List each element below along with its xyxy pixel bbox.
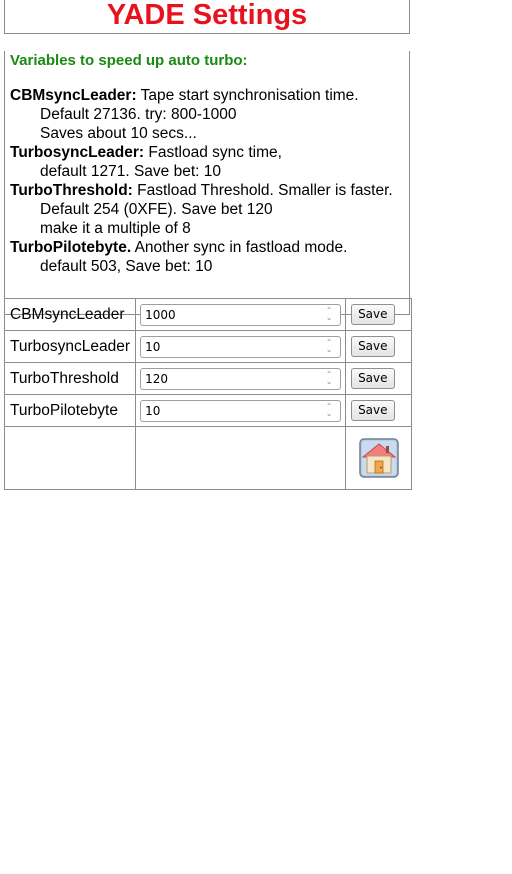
turbothreshold-input[interactable]: 120 ⌃ ⌄ xyxy=(140,367,342,390)
desc-turbosyncleader: TurbosyncLeader: Fastload sync time, xyxy=(10,143,404,162)
empty-cell xyxy=(3,426,137,490)
table-row: TurbosyncLeader 10 ⌃ ⌄ Save xyxy=(3,330,412,363)
param-label: TurboPilotebyte xyxy=(3,394,137,427)
spinner-arrows-icon[interactable]: ⌃ ⌄ xyxy=(324,306,334,323)
page-title: YADE Settings xyxy=(106,0,308,31)
save-cbmsyncleader-button[interactable]: Save xyxy=(351,304,395,325)
input-value: 10 xyxy=(145,403,161,418)
input-value: 120 xyxy=(145,371,168,386)
table-row xyxy=(3,426,412,490)
save-turbothreshold-button[interactable]: Save xyxy=(351,368,395,389)
desc-text: Tape start synchronisation time. xyxy=(136,87,359,104)
desc-turbopilotebyte: TurboPilotebyte. Another sync in fastloa… xyxy=(10,238,404,257)
variable-descriptions: CBMsyncLeader: Tape start synchronisatio… xyxy=(10,86,404,276)
desc-name: CBMsyncLeader: xyxy=(10,87,137,104)
turbopilotebyte-input[interactable]: 10 ⌃ ⌄ xyxy=(140,399,342,422)
table-row: TurboThreshold 120 ⌃ ⌄ Save xyxy=(3,362,412,395)
spinner-arrows-icon[interactable]: ⌃ ⌄ xyxy=(324,338,334,355)
params-table: CBMsyncLeader 1000 ⌃ ⌄ Save TurbosyncLeade… xyxy=(3,298,412,490)
desc-detail: Default 254 (0XFE). Save bet 120 xyxy=(40,201,273,218)
desc-turbothreshold: TurboThreshold: Fastload Threshold. Smal… xyxy=(10,181,404,200)
info-cell: Variables to speed up auto turbo: CBMsyn… xyxy=(4,51,410,315)
desc-text: Fastload Threshold. Smaller is faster. xyxy=(132,182,393,199)
param-label: TurbosyncLeader xyxy=(3,330,137,363)
save-turbopilotebyte-button[interactable]: Save xyxy=(351,400,395,421)
param-label: TurboThreshold xyxy=(3,362,137,395)
desc-name: TurboPilotebyte. xyxy=(10,239,132,256)
table-row: TurboPilotebyte 10 ⌃ ⌄ Save xyxy=(3,394,412,427)
desc-detail: Default 27136. try: 800-1000 xyxy=(40,106,237,123)
input-value: 10 xyxy=(145,339,161,354)
desc-detail: default 503, Save bet: 10 xyxy=(40,258,213,275)
settings-panel: YADE Settings Variables to speed up auto… xyxy=(4,0,410,315)
desc-cbmsyncleader: CBMsyncLeader: Tape start synchronisatio… xyxy=(10,86,404,105)
home-icon[interactable] xyxy=(358,438,399,478)
empty-cell xyxy=(135,426,347,490)
cbmsyncleader-input[interactable]: 1000 ⌃ ⌄ xyxy=(140,303,342,326)
param-label: CBMsyncLeader xyxy=(3,298,137,331)
desc-name: TurbosyncLeader: xyxy=(10,144,145,161)
section-subtitle: Variables to speed up auto turbo: xyxy=(10,52,248,69)
desc-detail: make it a multiple of 8 xyxy=(40,220,191,237)
spinner-arrows-icon[interactable]: ⌃ ⌄ xyxy=(324,370,334,387)
desc-name: TurboThreshold: xyxy=(10,182,133,199)
spinner-arrows-icon[interactable]: ⌃ ⌄ xyxy=(324,402,334,419)
save-turbosyncleader-button[interactable]: Save xyxy=(351,336,395,357)
desc-detail: Saves about 10 secs... xyxy=(40,125,197,142)
input-value: 1000 xyxy=(145,307,176,322)
desc-text: Fastload sync time, xyxy=(144,144,282,161)
turbosyncleader-input[interactable]: 10 ⌃ ⌄ xyxy=(140,335,342,358)
table-row: CBMsyncLeader 1000 ⌃ ⌄ Save xyxy=(3,298,412,331)
title-cell: YADE Settings xyxy=(4,0,410,34)
desc-text: Another sync in fastload mode. xyxy=(131,239,348,256)
desc-detail: default 1271. Save bet: 10 xyxy=(40,163,221,180)
